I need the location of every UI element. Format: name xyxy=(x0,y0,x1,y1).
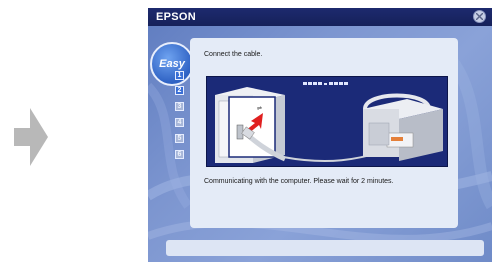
progress-indicator xyxy=(303,82,348,85)
close-icon xyxy=(476,13,483,20)
easy-label: Easy xyxy=(159,58,185,70)
close-button[interactable] xyxy=(473,10,486,23)
step-2: 2 xyxy=(175,86,184,95)
easy-badge: Easy xyxy=(150,42,194,86)
instruction-text: Connect the cable. xyxy=(204,51,263,58)
epson-setup-window: EPSON Easy 1 2 3 4 5 6 Connect the cable… xyxy=(148,8,492,262)
title-bar: EPSON xyxy=(148,8,492,26)
window-title: EPSON xyxy=(156,11,197,23)
content-panel: Connect the cable. ⇌ Communicating with … xyxy=(190,38,458,228)
bottom-message-bar xyxy=(166,240,484,256)
step-5: 5 xyxy=(175,134,184,143)
usb-symbol-icon: ⇌ xyxy=(257,105,262,112)
cable-illustration: ⇌ xyxy=(206,76,448,167)
step-1: 1 xyxy=(175,71,184,80)
step-6: 6 xyxy=(175,150,184,159)
step-3: 3 xyxy=(175,102,184,111)
status-message: Communicating with the computer. Please … xyxy=(204,178,394,185)
printer-icon xyxy=(363,93,443,161)
next-arrow-icon xyxy=(14,108,48,166)
step-4: 4 xyxy=(175,118,184,127)
